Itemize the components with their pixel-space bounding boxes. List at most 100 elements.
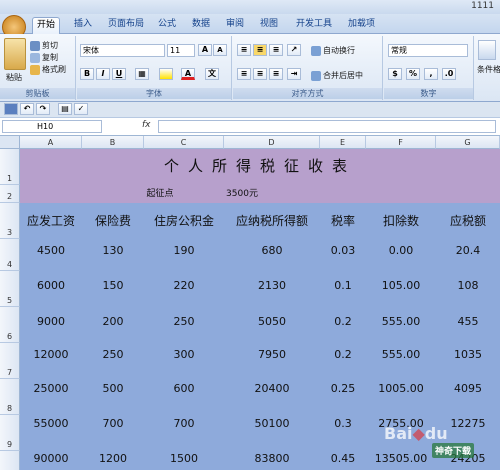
row-header-9[interactable]: 9 [0,415,20,451]
data-cell[interactable]: 200 [82,315,144,328]
header-cell[interactable]: 应税额 [436,212,500,229]
data-cell[interactable]: 12000 [20,348,82,361]
bold-button[interactable]: B [80,68,94,80]
paste-button[interactable]: 粘贴 [6,72,22,83]
font-color-icon[interactable]: A [181,68,195,80]
conditional-format-button[interactable]: 条件格 [477,64,500,75]
data-cell[interactable]: 4095 [436,382,500,395]
paste-icon[interactable] [4,38,26,70]
wrap-text-button[interactable]: 自动换行 [311,45,355,56]
row-header-7[interactable]: 7 [0,343,20,379]
data-cell[interactable]: 150 [82,279,144,292]
data-cell[interactable]: 0.45 [320,452,366,465]
data-cell[interactable]: 83800 [224,452,320,465]
comma-icon[interactable]: , [424,68,438,80]
row-header-3[interactable]: 3 [0,203,20,239]
name-box[interactable]: H10 [2,120,102,133]
data-cell[interactable]: 2755.00 [366,417,436,430]
data-cell[interactable]: 6000 [20,279,82,292]
column-header-f[interactable]: F [366,136,436,149]
data-cell[interactable]: 12275 [436,417,500,430]
tab-addins[interactable]: 加载项 [344,17,379,34]
border-icon[interactable]: ▦ [135,68,149,80]
row-header-10[interactable]: 10 [0,451,20,470]
data-cell[interactable]: 50100 [224,417,320,430]
data-cell[interactable]: 190 [144,244,224,257]
underline-button[interactable]: U [112,68,126,80]
row-header-4[interactable]: 4 [0,239,20,271]
data-cell[interactable]: 300 [144,348,224,361]
tab-developer[interactable]: 开发工具 [292,17,336,34]
data-cell[interactable]: 250 [82,348,144,361]
copy-button[interactable]: 复制 [30,52,58,63]
orientation-icon[interactable]: ↗ [287,44,301,56]
threshold-label[interactable]: 起征点 [140,186,180,199]
data-cell[interactable]: 105.00 [366,279,436,292]
data-cell[interactable]: 90000 [20,452,82,465]
data-cell[interactable]: 455 [436,315,500,328]
data-cell[interactable]: 500 [82,382,144,395]
data-cell[interactable]: 250 [144,315,224,328]
data-cell[interactable]: 555.00 [366,348,436,361]
phonetic-icon[interactable]: 文 [205,68,219,80]
data-cell[interactable]: 0.2 [320,315,366,328]
tab-page-layout[interactable]: 页面布局 [104,17,148,34]
indent-icon[interactable]: ⇥ [287,68,301,80]
row-header-8[interactable]: 8 [0,379,20,415]
data-cell[interactable]: 0.25 [320,382,366,395]
row-header-5[interactable]: 5 [0,271,20,307]
spell-check-icon[interactable]: ✓ [74,103,88,115]
tab-view[interactable]: 视图 [256,17,282,34]
row-header-6[interactable]: 6 [0,307,20,343]
header-cell[interactable]: 应纳税所得额 [224,212,320,229]
font-name-select[interactable]: 宋体 [80,44,165,57]
tab-home[interactable]: 开始 [32,17,61,34]
data-cell[interactable]: 5050 [224,315,320,328]
column-header-c[interactable]: C [144,136,224,149]
align-center-icon[interactable]: ≡ [253,68,267,80]
shrink-font-icon[interactable]: A [213,44,227,56]
column-header-b[interactable]: B [82,136,144,149]
data-cell[interactable]: 24205 [436,452,500,465]
data-cell[interactable]: 7950 [224,348,320,361]
row-header-2[interactable]: 2 [0,185,20,203]
merge-center-button[interactable]: 合并后居中 [311,70,363,81]
print-preview-icon[interactable]: ▤ [58,103,72,115]
data-cell[interactable]: 0.03 [320,244,366,257]
percent-icon[interactable]: % [406,68,420,80]
column-header-a[interactable]: A [20,136,82,149]
data-cell[interactable]: 0.00 [366,244,436,257]
number-format-select[interactable]: 常规 [388,44,468,57]
data-cell[interactable]: 555.00 [366,315,436,328]
italic-button[interactable]: I [96,68,110,80]
row-header-1[interactable]: 1 [0,149,20,185]
select-all-corner[interactable] [0,136,20,149]
tab-formulas[interactable]: 公式 [154,17,180,34]
fx-icon[interactable]: fx [142,120,151,130]
data-cell[interactable]: 700 [144,417,224,430]
column-header-d[interactable]: D [224,136,320,149]
redo-icon[interactable]: ↷ [36,103,50,115]
data-cell[interactable]: 9000 [20,315,82,328]
align-bottom-icon[interactable]: ≡ [269,44,283,56]
fill-color-icon[interactable] [159,68,173,80]
data-cell[interactable]: 25000 [20,382,82,395]
data-cell[interactable]: 1005.00 [366,382,436,395]
data-cell[interactable]: 1035 [436,348,500,361]
align-left-icon[interactable]: ≡ [237,68,251,80]
data-cell[interactable]: 13505.00 [366,452,436,465]
currency-icon[interactable]: $ [388,68,402,80]
data-cell[interactable]: 20.4 [436,244,500,257]
tab-insert[interactable]: 插入 [70,17,96,34]
tab-review[interactable]: 审阅 [222,17,248,34]
font-size-select[interactable]: 11 [167,44,195,57]
data-cell[interactable]: 600 [144,382,224,395]
data-cell[interactable]: 130 [82,244,144,257]
data-cell[interactable]: 1200 [82,452,144,465]
align-middle-icon[interactable]: ≡ [253,44,267,56]
header-cell[interactable]: 保险费 [82,212,144,229]
conditional-format-icon[interactable] [478,40,496,60]
header-cell[interactable]: 扣除数 [366,212,436,229]
data-cell[interactable]: 2130 [224,279,320,292]
data-cell[interactable]: 0.1 [320,279,366,292]
